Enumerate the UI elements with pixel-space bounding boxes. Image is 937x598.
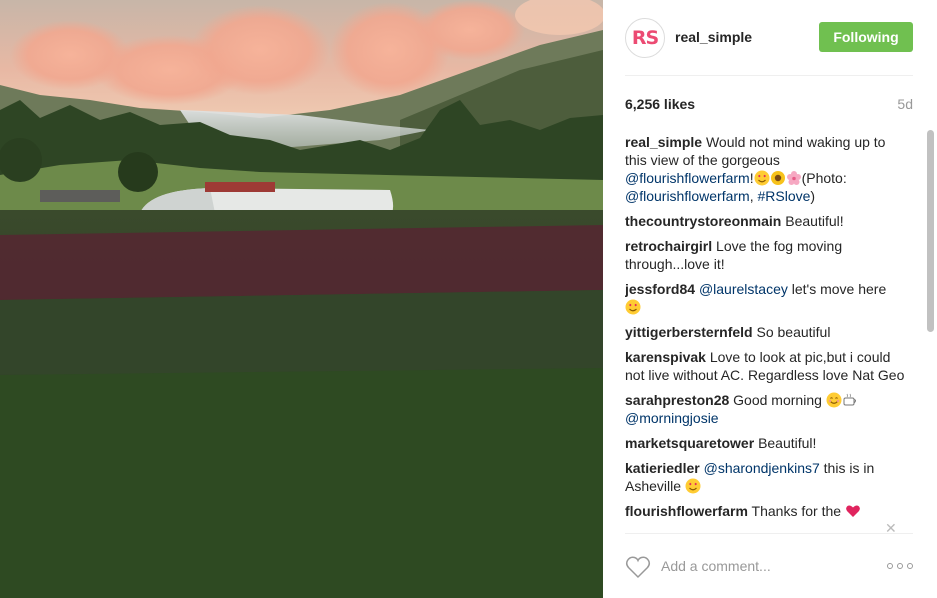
hashtag-link[interactable]: #RSlove [757,188,810,204]
comment-item: marketsquaretower Beautiful! [625,434,905,452]
comment-text: let's move here [791,281,887,297]
comment-item: retrochairgirl Love the fog moving throu… [625,237,905,273]
comments-list: real_simple Would not mind waking up to … [625,133,905,533]
mention-link[interactable]: @sharondjenkins7 [704,460,820,476]
comment-item: katieriedler @sharondjenkins7 this is in… [625,459,905,495]
heart-eyes-emoji-icon [754,170,770,186]
comment-username[interactable]: jessford84 [625,281,695,297]
heart-eyes-emoji-icon [625,299,641,315]
heart-outline-icon[interactable] [625,555,651,579]
mention-link[interactable]: @laurelstacey [699,281,788,297]
comment-username[interactable]: yittigerbersternfeld [625,324,753,340]
comment-item: thecountrystoreonmain Beautiful! [625,212,905,230]
caption-text: , [749,188,754,204]
post-meta: 6,256 likes 5d [625,96,913,116]
mention-link[interactable]: @flourishflowerfarm [625,188,750,204]
comment-item: sarahpreston28 Good morning @morningjosi… [625,391,905,427]
likes-count[interactable]: 6,256 likes [625,96,695,112]
post-header: RS real_simple Following [625,0,913,76]
comment-text: Beautiful! [758,435,817,451]
avatar-logo: RS [631,27,659,49]
red-heart-emoji-icon [846,505,860,517]
dot [897,563,903,569]
post-age[interactable]: 5d [897,96,913,112]
comment-username[interactable]: marketsquaretower [625,435,754,451]
post-photo[interactable] [0,0,603,598]
post-username[interactable]: real_simple [675,29,752,45]
comment-username[interactable]: karenspivak [625,349,706,365]
comment-item: karenspivak Love to look at pic,but i co… [625,348,905,384]
scrollbar-thumb[interactable] [927,130,934,332]
comment-text: Thanks for the [751,503,842,519]
comment-text: So beautiful [756,324,831,340]
coffee-emoji-icon [843,393,856,406]
dot [907,563,913,569]
avatar[interactable]: RS [625,18,665,58]
add-comment-input[interactable] [661,555,881,577]
post-details-panel: RS real_simple Following 6,256 likes 5d … [603,0,937,598]
heart-eyes-emoji-icon [685,478,701,494]
comment-text: Good morning [733,392,822,408]
comment-username[interactable]: katieriedler [625,460,700,476]
comment-item: jessford84 @laurelstacey let's move here [625,280,905,316]
comment-item: yittigerbersternfeld So beautiful [625,323,905,341]
mention-link[interactable]: @morningjosie [625,410,719,426]
more-options-icon[interactable] [887,557,913,575]
smiling-emoji-icon [826,392,842,408]
cherry-blossom-emoji-icon [786,171,801,185]
comment-username[interactable]: flourishflowerfarm [625,503,748,519]
comment-username[interactable]: retrochairgirl [625,238,712,254]
comment-username[interactable]: real_simple [625,134,702,150]
comment-item: flourishflowerfarm Thanks for the [625,502,905,520]
flower-farm-landscape [0,0,603,598]
caption-text: (Photo: [801,170,847,186]
comment-username[interactable]: sarahpreston28 [625,392,729,408]
sunflower-emoji-icon [770,171,785,185]
post-footer [625,533,913,598]
comment-text: Beautiful! [785,213,844,229]
comment-username[interactable]: thecountrystoreonmain [625,213,781,229]
caption-text: ) [810,188,816,204]
following-button[interactable]: Following [819,22,913,52]
caption: real_simple Would not mind waking up to … [625,133,905,205]
mention-link[interactable]: @flourishflowerfarm [625,170,750,186]
comments-scrollbar[interactable] [926,130,935,530]
dot [887,563,893,569]
